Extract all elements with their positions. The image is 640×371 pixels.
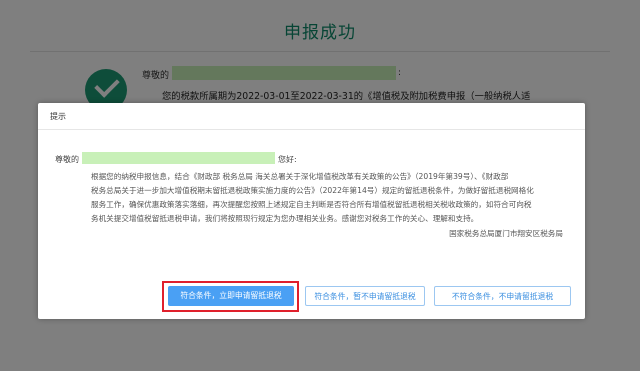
notice-line: 税务总局关于进一步加大增值税期末留抵退税政策实施力度的公告》（2022年第14号… <box>91 186 534 195</box>
redacted-taxpayer-name <box>82 152 275 164</box>
tax-bureau-signature: 国家税务总局厦门市翔安区税务局 <box>449 229 563 238</box>
dialog-title: 提示 <box>50 112 66 121</box>
notice-line: 务机关提交增值税留抵退税申请，我们将按照现行规定为您办理相关业务。感谢您对税务工… <box>91 214 479 223</box>
apply-refund-now-button[interactable]: 符合条件，立即申请留抵退税 <box>168 286 294 306</box>
prompt-dialog: 提示 尊敬的 您好: 根据您的纳税申报信息，结合《财政部 税务总局 海关总署关于… <box>38 103 585 319</box>
notice-line: 服务工作，确保优惠政策落实落细，再次提醒您按照上述规定自主判断是否符合所有增值税… <box>91 200 532 209</box>
not-eligible-button[interactable]: 不符合条件，不申请留抵退税 <box>434 286 571 306</box>
notice-line: 根据您的纳税申报信息，结合《财政部 税务总局 海关总署关于深化增值税改革有关政策… <box>91 172 509 181</box>
defer-refund-button[interactable]: 符合条件，暂不申请留抵退税 <box>305 286 425 306</box>
greeting-suffix: 您好: <box>278 155 297 164</box>
dialog-header: 提示 <box>38 103 585 130</box>
greeting-prefix: 尊敬的 <box>55 155 79 164</box>
